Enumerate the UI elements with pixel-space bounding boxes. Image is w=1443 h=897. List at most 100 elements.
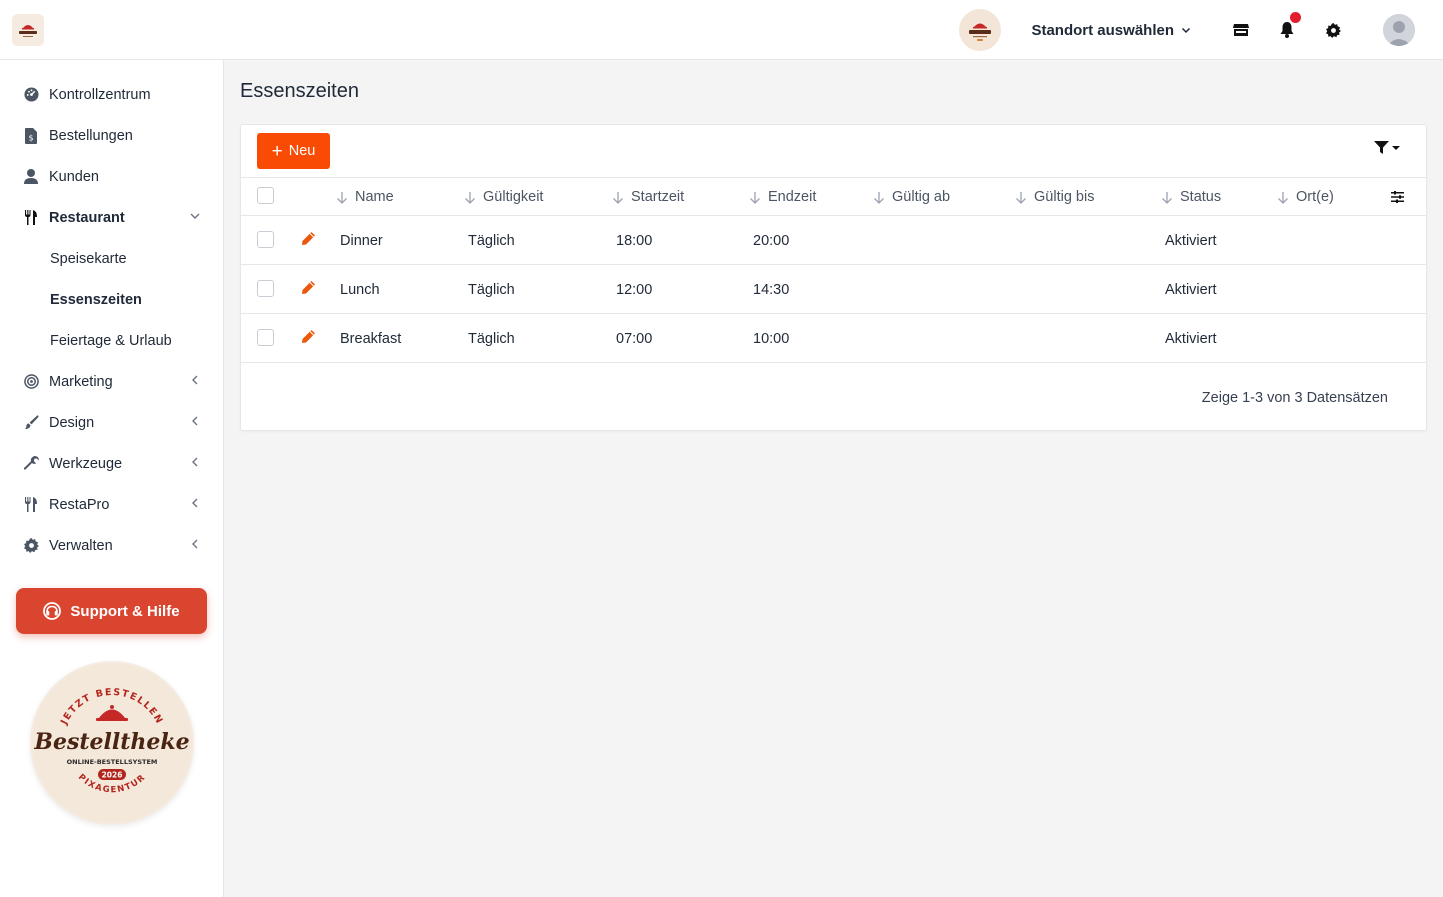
user-avatar[interactable] xyxy=(1383,14,1415,46)
badge-year-text: 2026 xyxy=(102,771,123,780)
sort-arrow-icon xyxy=(1278,191,1288,204)
column-header-gueltig-bis[interactable]: Gültig bis xyxy=(1015,178,1094,216)
brand-badge: JETZT BESTELLEN Bestelltheke ONLINE-BEST… xyxy=(30,661,194,825)
cell-end: 20:00 xyxy=(753,232,790,249)
sidebar-item-label: RestaPro xyxy=(49,496,110,513)
badge-sub-text: ONLINE-BESTELLSYSTEM xyxy=(67,758,158,766)
sidebar-item-kontrollzentrum[interactable]: Kontrollzentrum xyxy=(0,74,223,115)
cell-start: 07:00 xyxy=(616,330,653,347)
cell-validity: Täglich xyxy=(468,330,515,347)
utensils-icon xyxy=(25,210,37,225)
cell-validity: Täglich xyxy=(468,281,515,298)
pencil-icon[interactable] xyxy=(301,329,316,344)
sidebar-item-werkzeuge[interactable]: Werkzeuge xyxy=(0,443,223,484)
column-header-status[interactable]: Status xyxy=(1161,178,1221,216)
column-header-gueltig-ab[interactable]: Gültig ab xyxy=(873,178,950,216)
cell-start: 12:00 xyxy=(616,281,653,298)
page-title: Essenszeiten xyxy=(240,80,359,102)
sidebar-item-label: Design xyxy=(49,414,95,431)
gear-icon xyxy=(23,538,39,553)
badge-name-text: Bestelltheke xyxy=(33,729,189,755)
sidebar-subitem-feiertage[interactable]: Feiertage & Urlaub xyxy=(0,320,223,361)
column-label: Gültig bis xyxy=(1034,189,1095,205)
sidebar-item-restapro[interactable]: RestaPro xyxy=(0,484,223,525)
column-header-endzeit[interactable]: Endzeit xyxy=(749,178,816,216)
app-logo[interactable] xyxy=(12,14,44,46)
sidebar-item-label: Marketing xyxy=(49,373,113,390)
support-button[interactable]: Support & Hilfe xyxy=(16,588,207,634)
sidebar-item-restaurant[interactable]: Restaurant xyxy=(0,197,223,238)
filter-button[interactable] xyxy=(1374,141,1400,154)
cell-status: Aktiviert xyxy=(1165,330,1217,347)
sidebar: Kontrollzentrum $ Bestellungen Kunden Re… xyxy=(0,60,224,897)
chevron-down-icon xyxy=(190,213,200,219)
table-row[interactable]: Dinner Täglich 18:00 20:00 Aktiviert xyxy=(241,216,1426,265)
chevron-left-icon xyxy=(192,539,198,549)
sidebar-item-label: Kunden xyxy=(49,168,99,185)
column-label: Startzeit xyxy=(631,189,685,205)
utensils-icon xyxy=(25,497,37,512)
meal-times-card: + Neu Name Gültigkeit Startzeit Endzeit … xyxy=(240,124,1427,431)
cell-status: Aktiviert xyxy=(1165,281,1217,298)
chevron-left-icon xyxy=(192,375,198,385)
sidebar-item-label: Kontrollzentrum xyxy=(49,86,151,103)
column-header-name[interactable]: Name xyxy=(336,178,394,216)
sidebar-subitem-speisekarte[interactable]: Speisekarte xyxy=(0,238,223,279)
new-button-label: Neu xyxy=(288,143,316,159)
location-select[interactable]: Standort auswählen xyxy=(1031,22,1191,39)
column-header-orte[interactable]: Ort(e) xyxy=(1277,178,1334,216)
new-button[interactable]: + Neu xyxy=(257,133,330,169)
sidebar-subitem-essenszeiten[interactable]: Essenszeiten xyxy=(0,279,223,320)
sidebar-item-label: Werkzeuge xyxy=(49,455,123,472)
cell-validity: Täglich xyxy=(468,232,515,249)
cell-name: Breakfast xyxy=(340,330,402,347)
notifications-button[interactable] xyxy=(1275,12,1301,42)
table-row[interactable]: Lunch Täglich 12:00 14:30 Aktiviert xyxy=(241,265,1426,314)
table-row[interactable]: Breakfast Täglich 07:00 10:00 Aktiviert xyxy=(241,314,1426,363)
caret-down-icon xyxy=(1392,145,1400,150)
sort-arrow-icon xyxy=(1016,191,1026,204)
table-header: Name Gültigkeit Startzeit Endzeit Gültig… xyxy=(241,177,1426,216)
row-checkbox[interactable] xyxy=(257,329,274,346)
pencil-icon[interactable] xyxy=(301,280,316,295)
filter-icon xyxy=(1374,141,1389,154)
sidebar-item-label: Bestellungen xyxy=(49,127,133,144)
select-all-checkbox[interactable] xyxy=(257,187,274,204)
chevron-left-icon xyxy=(192,457,198,467)
column-header-gueltigkeit[interactable]: Gültigkeit xyxy=(464,178,543,216)
notification-dot xyxy=(1290,12,1301,23)
pencil-icon[interactable] xyxy=(301,231,316,246)
sidebar-item-kunden[interactable]: Kunden xyxy=(0,156,223,197)
location-select-label: Standort auswählen xyxy=(1031,21,1174,39)
cell-end: 14:30 xyxy=(753,281,790,298)
sidebar-item-design[interactable]: Design xyxy=(0,402,223,443)
svg-text:$: $ xyxy=(28,133,33,142)
sort-arrow-icon xyxy=(337,191,347,204)
sidebar-item-verwalten[interactable]: Verwalten xyxy=(0,525,223,566)
headset-icon xyxy=(43,602,62,620)
column-settings-button[interactable] xyxy=(1391,190,1404,206)
sliders-icon xyxy=(1391,191,1404,203)
store-button[interactable] xyxy=(1229,18,1253,42)
column-label: Name xyxy=(355,189,394,205)
sort-arrow-icon xyxy=(874,191,884,204)
column-label: Endzeit xyxy=(768,189,817,205)
cell-name: Lunch xyxy=(340,281,380,298)
row-checkbox[interactable] xyxy=(257,280,274,297)
top-bar: Standort auswählen xyxy=(0,0,1443,60)
receipt-icon: $ xyxy=(25,127,37,144)
dashboard-icon xyxy=(23,87,39,102)
chevron-left-icon xyxy=(192,498,198,508)
settings-button[interactable] xyxy=(1321,18,1345,42)
user-icon xyxy=(24,169,38,184)
sidebar-item-marketing[interactable]: Marketing xyxy=(0,361,223,402)
brush-icon xyxy=(24,415,39,430)
row-checkbox[interactable] xyxy=(257,231,274,248)
sort-arrow-icon xyxy=(465,191,475,204)
column-label: Ort(e) xyxy=(1296,189,1334,205)
column-label: Gültigkeit xyxy=(483,189,544,205)
column-header-startzeit[interactable]: Startzeit xyxy=(612,178,684,216)
sidebar-item-bestellungen[interactable]: $ Bestellungen xyxy=(0,115,223,156)
store-icon xyxy=(1233,24,1249,36)
wrench-icon xyxy=(23,456,39,470)
